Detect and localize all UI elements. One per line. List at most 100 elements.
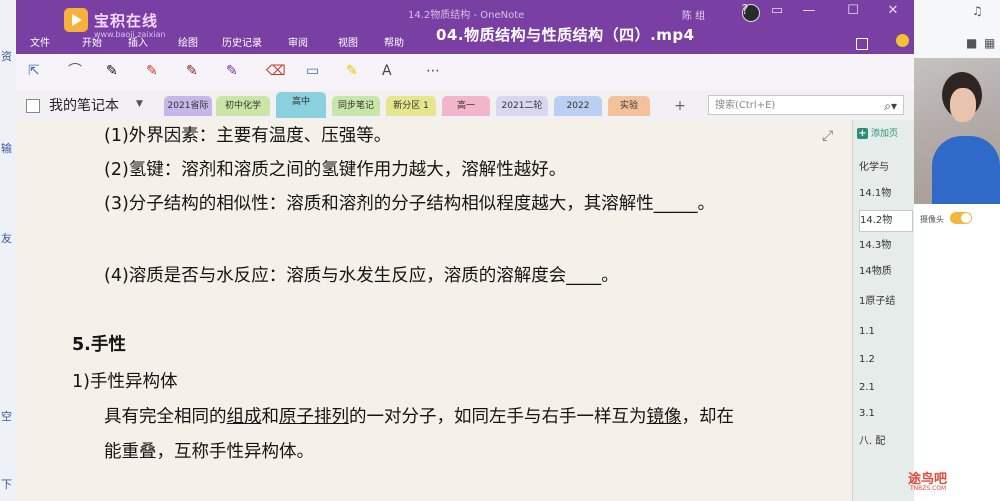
section-heading: 5.手性 [72, 335, 126, 355]
user-name[interactable]: 陈 组 [682, 7, 705, 22]
camera-icon[interactable]: ■ [966, 36, 977, 50]
more-tools-icon[interactable]: ⋯ [426, 63, 440, 79]
eraser-icon[interactable]: ⌫ [266, 63, 286, 79]
expand-icon[interactable]: ⤢ [822, 128, 833, 144]
maximize-button[interactable]: ☐ [840, 2, 866, 20]
outer-sidebar-item[interactable]: 空 [1, 408, 12, 424]
highlighter-icon[interactable]: ✎ [346, 63, 358, 79]
page-list: + 添加页 化学与 14.1物 14.2物 14.3物 14物质 1原子结 1.1 1.2 2.1… [852, 120, 915, 501]
section-tab[interactable]: 高一 [442, 96, 490, 116]
notebook-checkbox[interactable] [26, 99, 40, 113]
draw-toolbar: ⇱ ⌒ ✎ ✎ ✎ ✎ ⌫ ▭ ✎ A ⋯ [16, 54, 914, 91]
add-page-button[interactable]: + 添加页 [857, 126, 898, 139]
camera-toggle[interactable] [950, 212, 972, 224]
note-page[interactable]: ⤢ (1)外界因素：主要有温度、压强等。 (2)氢键：溶剂和溶质之间的氢键作用力… [16, 120, 852, 501]
section-tab[interactable]: 实验 [608, 96, 650, 116]
note-line: 具有完全相同的组成和原子排列的一对分子，如同左手与右手一样互为镜像，却在 [104, 403, 734, 428]
section-tab[interactable]: 同步笔记 [332, 96, 380, 116]
underlined-text: 镜像 [646, 407, 682, 427]
webcam-video [914, 58, 1000, 204]
camera-toggle-label: 摄像头 [920, 215, 944, 224]
pen-red-icon[interactable]: ✎ [146, 63, 158, 79]
page-list-item[interactable]: 化学与 [859, 158, 911, 178]
chevron-down-icon[interactable]: ▼ [136, 99, 143, 109]
menu-view[interactable]: 视图 [338, 34, 358, 49]
webcam-person-body [932, 136, 1000, 204]
watermark-sub: TNBZS.COM [910, 485, 947, 492]
note-text: 的一对分子，如同左手与右手一样互为 [349, 407, 647, 427]
share-icon[interactable] [856, 38, 868, 50]
page-list-item[interactable]: 1原子结 [859, 292, 911, 312]
section-tab[interactable]: 初中化学 [216, 96, 270, 116]
bell-icon[interactable]: ♫ [972, 4, 983, 18]
page-list-item[interactable]: 14.3物 [859, 236, 911, 256]
note-text: 具有完全相同的 [104, 407, 227, 427]
menu-draw[interactable]: 绘图 [178, 34, 198, 49]
feedback-smiley-icon[interactable] [896, 34, 909, 47]
page-list-item[interactable]: 14.1物 [859, 184, 911, 204]
note-text: 和 [261, 407, 280, 427]
underlined-text: 组成 [226, 407, 262, 427]
brand-logo-icon [64, 8, 88, 32]
video-title: 04.物质结构与性质结构（四）.mp4 [436, 26, 695, 44]
webcam-panel: ♫ ■ ▦ [914, 0, 1000, 501]
page-list-item[interactable]: 14物质 [859, 262, 911, 282]
note-line: (4)溶质是否与水反应：溶质与水发生反应，溶质的溶解度会____。 [104, 266, 619, 286]
ink-to-text-icon[interactable]: A [382, 63, 392, 79]
menu-file[interactable]: 文件 [30, 34, 50, 49]
cursor-icon[interactable]: ⇱ [28, 63, 40, 79]
note-line: 1)手性异构体 [72, 372, 178, 392]
note-line: (2)氢键：溶剂和溶质之间的氢键作用力越大，溶解性越好。 [104, 160, 567, 180]
page-list-item[interactable]: 八. 配 [859, 432, 911, 452]
outer-sidebar-item[interactable]: 下 [1, 476, 12, 492]
section-tab[interactable]: 2022 [554, 96, 602, 116]
underlined-text: 原子排列 [279, 407, 349, 427]
add-section-button[interactable]: + [670, 97, 690, 115]
add-page-label: 添加页 [871, 129, 899, 139]
lasso-icon[interactable]: ⌒ [68, 63, 82, 79]
ribbon-display-icon[interactable]: ▭ [764, 2, 790, 20]
section-tab[interactable]: 新分区 1 [386, 96, 436, 116]
outer-sidebar-item[interactable]: 资 [1, 48, 12, 64]
note-line: (3)分子结构的相似性：溶质和溶剂的分子结构相似程度越大，其溶解性_____。 [104, 194, 716, 214]
outer-sidebar-item[interactable]: 输 [1, 140, 12, 156]
search-icon[interactable]: ⌕▾ [884, 96, 897, 116]
pen-dark-red-icon[interactable]: ✎ [186, 63, 198, 79]
pen-black-icon[interactable]: ✎ [106, 63, 118, 79]
plus-icon: + [857, 128, 868, 139]
section-tab[interactable]: 2021二轮 [496, 96, 548, 116]
outer-sidebar-item[interactable]: 友 [1, 230, 12, 246]
page-list-item[interactable]: 1.1 [859, 322, 911, 342]
webcam-panel-header: ♫ ■ ▦ [914, 0, 1000, 59]
outer-sidebar: 资 输 友 空 下 [0, 0, 17, 501]
menu-home[interactable]: 开始 [82, 34, 102, 49]
watermark: 途鸟吧 TNBZS.COM [908, 468, 947, 492]
note-line: 能重叠，互称手性异构体。 [104, 442, 314, 462]
section-tab[interactable]: 2021省际 [164, 96, 212, 116]
section-tab[interactable]: 高中 [276, 92, 326, 118]
page-list-item[interactable]: 3.1 [859, 404, 911, 424]
document-title: 14.2物质结构 - OneNote [408, 10, 525, 21]
page-list-item[interactable]: 14.2物 [859, 210, 913, 232]
close-button[interactable]: ✕ [880, 2, 906, 20]
pen-purple-icon[interactable]: ✎ [226, 63, 238, 79]
menu-review[interactable]: 审阅 [288, 34, 308, 49]
grid-icon[interactable]: ▦ [984, 36, 995, 50]
menu-help[interactable]: 帮助 [384, 34, 404, 49]
help-icon[interactable]: ? [732, 2, 758, 20]
page-list-item[interactable]: 1.2 [859, 350, 911, 370]
search-input[interactable]: 搜索(Ctrl+E) ⌕▾ [708, 95, 904, 115]
minimize-button[interactable]: — [796, 2, 822, 20]
menu-history[interactable]: 历史记录 [222, 34, 262, 49]
note-text: ，却在 [681, 407, 735, 427]
menu-insert[interactable]: 插入 [128, 34, 148, 49]
notebook-name[interactable]: 我的笔记本 [49, 95, 119, 115]
note-line: (1)外界因素：主要有温度、压强等。 [104, 126, 392, 146]
brand-name: 宝积在线 [94, 12, 159, 30]
webcam-person-face [950, 88, 976, 122]
page-list-item[interactable]: 2.1 [859, 378, 911, 398]
notebook-tabs-row: 我的笔记本 ▼ 2021省际 初中化学 高中 同步笔记 新分区 1 高一 2021二轮 202… [16, 90, 914, 121]
title-bar: 宝积在线 www.baoji.zaixian 14.2物质结构 - OneNot… [16, 0, 914, 54]
search-placeholder: 搜索(Ctrl+E) [715, 100, 776, 111]
shapes-icon[interactable]: ▭ [306, 63, 319, 79]
